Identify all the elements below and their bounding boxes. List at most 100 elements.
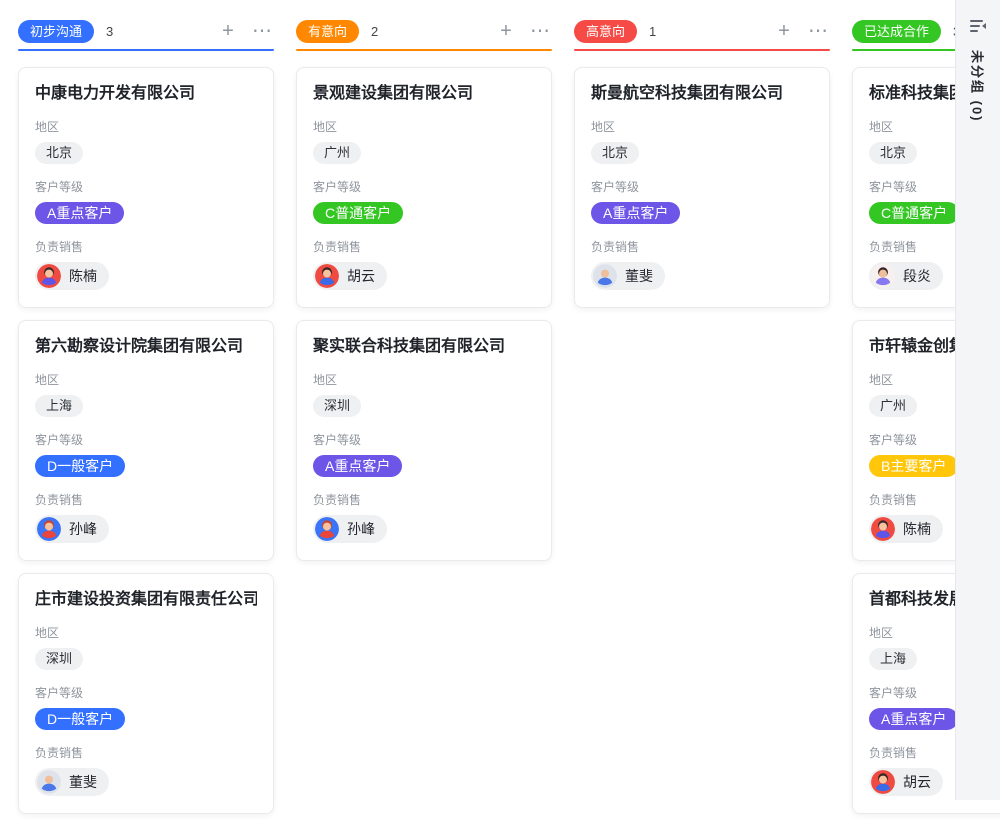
avatar <box>37 264 61 288</box>
kanban-column-1: 初步沟通 3 + ⋯ 中康电力开发有限公司 地区 北京 客户等级 A重点客户 负… <box>18 14 274 826</box>
sales-person-chip: 胡云 <box>869 768 943 796</box>
avatar <box>871 770 895 794</box>
region-tag: 上海 <box>869 648 917 670</box>
level-badge: D一般客户 <box>35 708 125 730</box>
sales-person-name: 段炎 <box>903 266 931 286</box>
sales-person-chip: 孙峰 <box>313 515 387 543</box>
column-more-button[interactable]: ⋯ <box>528 19 552 43</box>
region-tag: 深圳 <box>313 395 361 417</box>
column-count: 2 <box>371 24 378 39</box>
level-badge: A重点客户 <box>313 455 402 477</box>
sales-person-chip: 陈楠 <box>869 515 943 543</box>
field-label-region: 地区 <box>313 118 535 135</box>
column-count: 3 <box>106 24 113 39</box>
card-title: 中康电力开发有限公司 <box>35 84 257 104</box>
sales-person-name: 董斐 <box>625 266 653 286</box>
field-label-level: 客户等级 <box>35 178 257 195</box>
level-badge: C普通客户 <box>313 202 403 224</box>
add-card-button[interactable]: + <box>216 19 240 43</box>
column-header: 高意向 1 + ⋯ <box>574 14 830 48</box>
kanban-card[interactable]: 第六勘察设计院集团有限公司 地区 上海 客户等级 D一般客户 负责销售 孙峰 <box>18 320 274 561</box>
sales-person-chip: 董斐 <box>35 768 109 796</box>
sales-person-chip: 董斐 <box>591 262 665 290</box>
field-label-region: 地区 <box>35 371 257 388</box>
field-label-level: 客户等级 <box>591 178 813 195</box>
level-badge: A重点客户 <box>35 202 124 224</box>
field-label-region: 地区 <box>35 624 257 641</box>
field-label-level: 客户等级 <box>35 431 257 448</box>
sales-person-name: 胡云 <box>903 772 931 792</box>
kanban-card[interactable]: 斯曼航空科技集团有限公司 地区 北京 客户等级 A重点客户 负责销售 董斐 <box>574 67 830 308</box>
kanban-board: 初步沟通 3 + ⋯ 中康电力开发有限公司 地区 北京 客户等级 A重点客户 负… <box>18 14 1000 826</box>
sales-person-name: 董斐 <box>69 772 97 792</box>
column-count: 1 <box>649 24 656 39</box>
field-label-region: 地区 <box>35 118 257 135</box>
kanban-card[interactable]: 中康电力开发有限公司 地区 北京 客户等级 A重点客户 负责销售 陈楠 <box>18 67 274 308</box>
level-badge: D一般客户 <box>35 455 125 477</box>
card-title: 斯曼航空科技集团有限公司 <box>591 84 813 104</box>
column-status-badge[interactable]: 高意向 <box>574 20 637 43</box>
level-badge: C普通客户 <box>869 202 959 224</box>
field-label-level: 客户等级 <box>35 684 257 701</box>
kanban-card[interactable]: 景观建设集团有限公司 地区 广州 客户等级 C普通客户 负责销售 胡云 <box>296 67 552 308</box>
column-underline <box>574 49 830 51</box>
avatar <box>315 264 339 288</box>
sales-person-name: 陈楠 <box>903 519 931 539</box>
field-label-sales: 负责销售 <box>35 491 257 508</box>
add-card-button[interactable]: + <box>772 19 796 43</box>
avatar <box>871 264 895 288</box>
card-title: 聚实联合科技集团有限公司 <box>313 337 535 357</box>
avatar <box>871 517 895 541</box>
sales-person-chip: 陈楠 <box>35 262 109 290</box>
collapsed-group-label: 未分组 (0) <box>969 50 988 123</box>
card-title: 景观建设集团有限公司 <box>313 84 535 104</box>
level-badge: A重点客户 <box>869 708 958 730</box>
kanban-card[interactable]: 庄市建设投资集团有限责任公司 地区 深圳 客户等级 D一般客户 负责销售 董斐 <box>18 573 274 814</box>
region-tag: 北京 <box>869 142 917 164</box>
column-more-button[interactable]: ⋯ <box>250 19 274 43</box>
collapse-panel-icon[interactable] <box>968 16 988 36</box>
column-status-badge[interactable]: 已达成合作 <box>852 20 941 43</box>
region-tag: 上海 <box>35 395 83 417</box>
sales-person-name: 孙峰 <box>69 519 97 539</box>
card-list: 景观建设集团有限公司 地区 广州 客户等级 C普通客户 负责销售 胡云 聚实联合… <box>296 67 552 561</box>
sales-person-chip: 胡云 <box>313 262 387 290</box>
card-list: 中康电力开发有限公司 地区 北京 客户等级 A重点客户 负责销售 陈楠 第六勘察… <box>18 67 274 814</box>
card-title: 第六勘察设计院集团有限公司 <box>35 337 257 357</box>
sales-person-name: 孙峰 <box>347 519 375 539</box>
avatar <box>315 517 339 541</box>
avatar <box>37 770 61 794</box>
region-tag: 北京 <box>35 142 83 164</box>
level-badge: A重点客户 <box>591 202 680 224</box>
add-card-button[interactable]: + <box>494 19 518 43</box>
card-title: 庄市建设投资集团有限责任公司 <box>35 590 257 610</box>
sales-person-name: 胡云 <box>347 266 375 286</box>
kanban-column-3: 高意向 1 + ⋯ 斯曼航空科技集团有限公司 地区 北京 客户等级 A重点客户 … <box>574 14 830 826</box>
field-label-sales: 负责销售 <box>313 238 535 255</box>
kanban-card[interactable]: 聚实联合科技集团有限公司 地区 深圳 客户等级 A重点客户 负责销售 孙峰 <box>296 320 552 561</box>
card-list: 斯曼航空科技集团有限公司 地区 北京 客户等级 A重点客户 负责销售 董斐 <box>574 67 830 308</box>
avatar <box>593 264 617 288</box>
field-label-sales: 负责销售 <box>35 238 257 255</box>
region-tag: 广州 <box>313 142 361 164</box>
field-label-level: 客户等级 <box>313 178 535 195</box>
field-label-sales: 负责销售 <box>313 491 535 508</box>
field-label-region: 地区 <box>313 371 535 388</box>
column-underline <box>18 49 274 51</box>
column-status-badge[interactable]: 初步沟通 <box>18 20 94 43</box>
region-tag: 广州 <box>869 395 917 417</box>
column-more-button[interactable]: ⋯ <box>806 19 830 43</box>
sales-person-chip: 孙峰 <box>35 515 109 543</box>
avatar <box>37 517 61 541</box>
collapsed-group-panel[interactable]: 未分组 (0) <box>955 0 1000 800</box>
sales-person-name: 陈楠 <box>69 266 97 286</box>
field-label-sales: 负责销售 <box>591 238 813 255</box>
region-tag: 北京 <box>591 142 639 164</box>
kanban-column-2: 有意向 2 + ⋯ 景观建设集团有限公司 地区 广州 客户等级 C普通客户 负责… <box>296 14 552 826</box>
column-status-badge[interactable]: 有意向 <box>296 20 359 43</box>
column-header: 初步沟通 3 + ⋯ <box>18 14 274 48</box>
field-label-sales: 负责销售 <box>35 744 257 761</box>
field-label-level: 客户等级 <box>313 431 535 448</box>
level-badge: B主要客户 <box>869 455 958 477</box>
column-underline <box>296 49 552 51</box>
